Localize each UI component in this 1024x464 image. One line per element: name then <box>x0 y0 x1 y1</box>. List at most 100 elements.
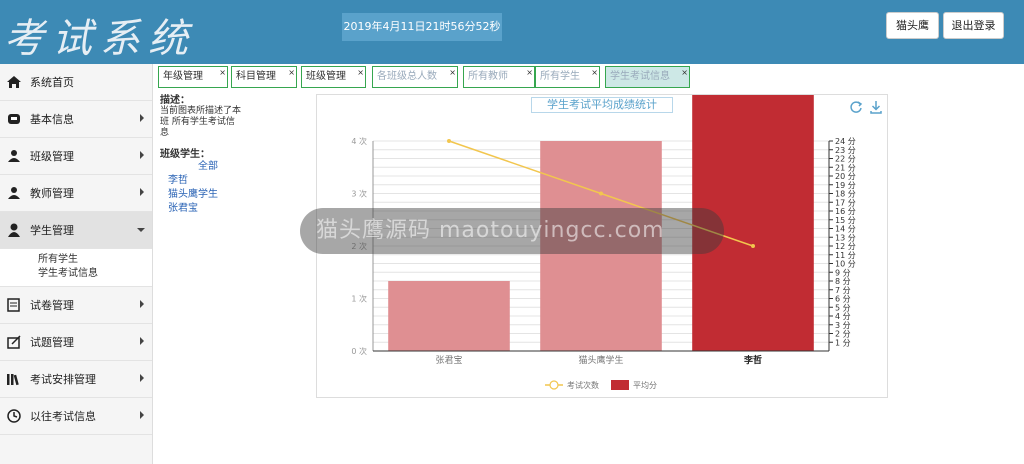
sidebar-item-label: 试题管理 <box>30 336 74 349</box>
tab-all-students[interactable]: 所有学生 × <box>535 66 600 88</box>
line-point <box>599 191 603 196</box>
student-link[interactable]: 猫头鹰学生 <box>160 188 310 202</box>
chevron-right-icon <box>140 411 144 419</box>
submenu-all-students[interactable]: 所有学生 <box>38 253 152 267</box>
student-link[interactable]: 张君宝 <box>160 202 310 216</box>
tab-grade[interactable]: 年级管理 × <box>158 66 228 88</box>
sidebar: 系统首页 基本信息 班级管理 教师管理 学生管理 所有学生 学生考试信息 试卷管… <box>0 64 153 464</box>
y-right-tick-label: 23 分 <box>835 146 856 155</box>
tab-class[interactable]: 班级管理 × <box>301 66 366 88</box>
y-right-tick-label: 3 分 <box>835 321 851 330</box>
submenu-student-exam-info[interactable]: 学生考试信息 <box>38 267 152 281</box>
close-icon[interactable]: × <box>591 63 598 83</box>
sidebar-item-label: 基本信息 <box>30 113 74 126</box>
sidebar-item-teacher[interactable]: 教师管理 <box>0 175 152 212</box>
tab-class-count[interactable]: 各班级总人数 × <box>372 66 458 88</box>
all-students-link[interactable]: 全部 <box>160 160 310 174</box>
y-left-tick-label: 0 次 <box>351 346 367 356</box>
chevron-right-icon <box>140 114 144 122</box>
bar <box>388 281 510 351</box>
sidebar-item-paper[interactable]: 试卷管理 <box>0 287 152 324</box>
student-submenu: 所有学生 学生考试信息 <box>0 249 152 287</box>
tab-label: 所有教师 <box>468 71 508 82</box>
app-logo: 考试系统 <box>4 16 196 62</box>
sidebar-item-label: 班级管理 <box>30 150 74 163</box>
line-point <box>751 244 755 248</box>
y-right-tick-label: 22 分 <box>835 155 856 164</box>
line-point <box>447 139 451 143</box>
x-tick-label: 张君宝 <box>435 354 462 366</box>
x-tick-label: 李哲 <box>743 354 762 366</box>
close-icon[interactable]: × <box>681 63 688 83</box>
logout-button[interactable]: 退出登录 <box>943 12 1004 39</box>
x-tick-label: 猫头鹰学生 <box>578 354 623 366</box>
close-icon[interactable]: × <box>449 63 456 83</box>
tab-label: 各班级总人数 <box>377 71 437 82</box>
sidebar-item-basic-info[interactable]: 基本信息 <box>0 101 152 138</box>
close-icon[interactable]: × <box>526 63 533 83</box>
teacher-icon <box>8 187 20 199</box>
chevron-right-icon <box>140 188 144 196</box>
y-right-tick-label: 11 分 <box>835 251 856 260</box>
y-right-tick-label: 21 分 <box>835 163 856 172</box>
sidebar-item-label: 系统首页 <box>30 76 74 89</box>
y-right-tick-label: 9 分 <box>835 268 851 277</box>
y-right-tick-label: 10 分 <box>835 260 856 269</box>
y-right-tick-label: 8 分 <box>835 277 851 286</box>
question-icon <box>7 335 21 349</box>
sidebar-item-label: 教师管理 <box>30 187 74 200</box>
sidebar-item-exam-schedule[interactable]: 考试安排管理 <box>0 361 152 398</box>
legend-label: 平均分 <box>633 380 657 390</box>
legend-line-marker <box>549 380 559 390</box>
y-right-tick-label: 2 分 <box>835 330 851 339</box>
clock-icon <box>7 409 21 423</box>
y-right-tick-label: 14 分 <box>835 225 856 234</box>
y-right-tick-label: 16 分 <box>835 207 856 216</box>
sidebar-item-past-exams[interactable]: 以往考试信息 <box>0 398 152 435</box>
paper-icon <box>7 298 20 312</box>
tab-label: 学生考试信息 <box>610 71 670 82</box>
chevron-right-icon <box>140 300 144 308</box>
sidebar-item-class[interactable]: 班级管理 <box>0 138 152 175</box>
close-icon[interactable]: × <box>288 63 295 83</box>
bar <box>692 95 814 351</box>
y-left-tick-label: 4 次 <box>351 136 367 146</box>
sidebar-item-label: 学生管理 <box>30 224 74 237</box>
y-right-tick-label: 4 分 <box>835 312 851 321</box>
sidebar-item-label: 以往考试信息 <box>30 410 96 423</box>
sidebar-item-student[interactable]: 学生管理 <box>0 212 152 249</box>
datetime-display: 2019年4月11日21时56分52秒 <box>342 13 502 41</box>
description-text: 当前图表所描述了本班 所有学生考试信息 <box>160 106 242 138</box>
students-heading: 班级学生： <box>160 149 210 160</box>
books-icon <box>7 374 19 386</box>
tab-student-exam-info[interactable]: 学生考试信息 × <box>605 66 690 88</box>
info-panel: 描述： 当前图表所描述了本班 所有学生考试信息 班级学生： 全部 李哲 猫头鹰学… <box>160 95 310 216</box>
y-right-tick-label: 15 分 <box>835 216 856 225</box>
chevron-right-icon <box>140 374 144 382</box>
tab-label: 年级管理 <box>163 71 203 82</box>
tab-label: 所有学生 <box>540 71 580 82</box>
student-link[interactable]: 李哲 <box>160 174 310 188</box>
chevron-right-icon <box>140 337 144 345</box>
y-right-tick-label: 18 分 <box>835 190 856 199</box>
y-left-tick-label: 1 次 <box>351 294 367 304</box>
y-right-tick-label: 5 分 <box>835 303 851 312</box>
y-right-tick-label: 24 分 <box>835 137 856 146</box>
bar <box>540 141 662 351</box>
sidebar-item-label: 考试安排管理 <box>30 373 96 386</box>
close-icon[interactable]: × <box>357 63 364 83</box>
tab-label: 班级管理 <box>306 71 346 82</box>
y-right-tick-label: 13 分 <box>835 233 856 242</box>
sidebar-item-question[interactable]: 试题管理 <box>0 324 152 361</box>
sidebar-item-home[interactable]: 系统首页 <box>0 64 152 101</box>
y-right-tick-label: 12 分 <box>835 242 856 251</box>
top-header: 考试系统 2019年4月11日21时56分52秒 猫头鹰 退出登录 <box>0 0 1024 64</box>
tab-all-teachers[interactable]: 所有教师 × <box>463 66 535 88</box>
description-heading: 描述： <box>160 95 190 106</box>
close-icon[interactable]: × <box>219 63 226 83</box>
chevron-down-icon <box>137 228 145 232</box>
tab-subject[interactable]: 科目管理 × <box>231 66 297 88</box>
user-button[interactable]: 猫头鹰 <box>886 12 939 39</box>
chart-plot: 张君宝 猫头鹰学生 李哲 0 次 1 次 2 次 3 次 4 次 1 分2 分3 分4 分5 分… <box>351 95 856 390</box>
legend-bar-swatch <box>611 380 629 390</box>
